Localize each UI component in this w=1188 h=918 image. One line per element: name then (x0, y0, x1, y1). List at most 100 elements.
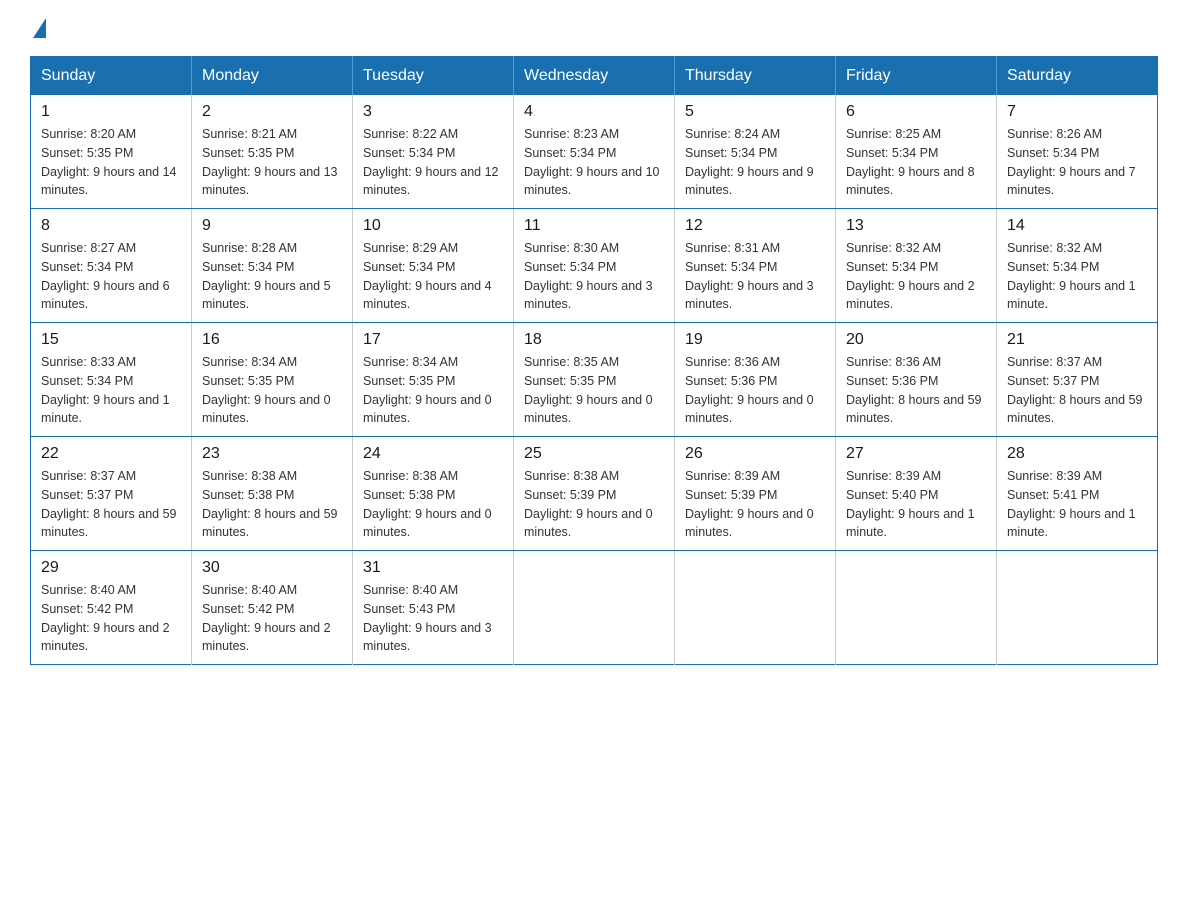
calendar-day-cell: 22 Sunrise: 8:37 AM Sunset: 5:37 PM Dayl… (31, 437, 192, 551)
calendar-day-cell: 30 Sunrise: 8:40 AM Sunset: 5:42 PM Dayl… (192, 551, 353, 665)
day-number: 10 (363, 217, 503, 235)
calendar-day-cell: 29 Sunrise: 8:40 AM Sunset: 5:42 PM Dayl… (31, 551, 192, 665)
day-info: Sunrise: 8:28 AM Sunset: 5:34 PM Dayligh… (202, 239, 342, 314)
logo-triangle-icon (33, 18, 46, 38)
calendar-day-cell: 18 Sunrise: 8:35 AM Sunset: 5:35 PM Dayl… (514, 323, 675, 437)
day-number: 11 (524, 217, 664, 235)
day-number: 15 (41, 331, 181, 349)
calendar-week-row: 1 Sunrise: 8:20 AM Sunset: 5:35 PM Dayli… (31, 95, 1158, 209)
calendar-week-row: 29 Sunrise: 8:40 AM Sunset: 5:42 PM Dayl… (31, 551, 1158, 665)
day-info: Sunrise: 8:37 AM Sunset: 5:37 PM Dayligh… (1007, 353, 1147, 428)
calendar-day-cell: 14 Sunrise: 8:32 AM Sunset: 5:34 PM Dayl… (997, 209, 1158, 323)
calendar-day-cell: 2 Sunrise: 8:21 AM Sunset: 5:35 PM Dayli… (192, 95, 353, 209)
day-number: 16 (202, 331, 342, 349)
calendar-day-cell: 21 Sunrise: 8:37 AM Sunset: 5:37 PM Dayl… (997, 323, 1158, 437)
day-number: 24 (363, 445, 503, 463)
calendar-day-cell: 7 Sunrise: 8:26 AM Sunset: 5:34 PM Dayli… (997, 95, 1158, 209)
calendar-table: SundayMondayTuesdayWednesdayThursdayFrid… (30, 56, 1158, 665)
day-number: 3 (363, 103, 503, 121)
day-info: Sunrise: 8:30 AM Sunset: 5:34 PM Dayligh… (524, 239, 664, 314)
day-info: Sunrise: 8:23 AM Sunset: 5:34 PM Dayligh… (524, 125, 664, 200)
day-info: Sunrise: 8:24 AM Sunset: 5:34 PM Dayligh… (685, 125, 825, 200)
day-number: 27 (846, 445, 986, 463)
calendar-day-cell: 5 Sunrise: 8:24 AM Sunset: 5:34 PM Dayli… (675, 95, 836, 209)
day-number: 19 (685, 331, 825, 349)
calendar-day-cell (514, 551, 675, 665)
calendar-header-friday: Friday (836, 57, 997, 96)
calendar-day-cell: 17 Sunrise: 8:34 AM Sunset: 5:35 PM Dayl… (353, 323, 514, 437)
logo (30, 20, 46, 40)
day-number: 18 (524, 331, 664, 349)
day-info: Sunrise: 8:37 AM Sunset: 5:37 PM Dayligh… (41, 467, 181, 542)
calendar-day-cell: 24 Sunrise: 8:38 AM Sunset: 5:38 PM Dayl… (353, 437, 514, 551)
calendar-day-cell: 6 Sunrise: 8:25 AM Sunset: 5:34 PM Dayli… (836, 95, 997, 209)
day-number: 25 (524, 445, 664, 463)
day-number: 17 (363, 331, 503, 349)
day-info: Sunrise: 8:29 AM Sunset: 5:34 PM Dayligh… (363, 239, 503, 314)
day-number: 30 (202, 559, 342, 577)
day-number: 21 (1007, 331, 1147, 349)
day-number: 20 (846, 331, 986, 349)
calendar-header-wednesday: Wednesday (514, 57, 675, 96)
day-number: 13 (846, 217, 986, 235)
calendar-day-cell: 27 Sunrise: 8:39 AM Sunset: 5:40 PM Dayl… (836, 437, 997, 551)
calendar-day-cell: 1 Sunrise: 8:20 AM Sunset: 5:35 PM Dayli… (31, 95, 192, 209)
day-number: 6 (846, 103, 986, 121)
calendar-day-cell: 4 Sunrise: 8:23 AM Sunset: 5:34 PM Dayli… (514, 95, 675, 209)
day-info: Sunrise: 8:27 AM Sunset: 5:34 PM Dayligh… (41, 239, 181, 314)
day-info: Sunrise: 8:31 AM Sunset: 5:34 PM Dayligh… (685, 239, 825, 314)
day-number: 12 (685, 217, 825, 235)
page-header (30, 20, 1158, 40)
day-info: Sunrise: 8:33 AM Sunset: 5:34 PM Dayligh… (41, 353, 181, 428)
day-info: Sunrise: 8:38 AM Sunset: 5:39 PM Dayligh… (524, 467, 664, 542)
calendar-day-cell: 8 Sunrise: 8:27 AM Sunset: 5:34 PM Dayli… (31, 209, 192, 323)
calendar-day-cell (675, 551, 836, 665)
day-number: 14 (1007, 217, 1147, 235)
day-info: Sunrise: 8:32 AM Sunset: 5:34 PM Dayligh… (846, 239, 986, 314)
calendar-day-cell: 11 Sunrise: 8:30 AM Sunset: 5:34 PM Dayl… (514, 209, 675, 323)
calendar-week-row: 15 Sunrise: 8:33 AM Sunset: 5:34 PM Dayl… (31, 323, 1158, 437)
day-number: 1 (41, 103, 181, 121)
calendar-header-tuesday: Tuesday (353, 57, 514, 96)
calendar-week-row: 22 Sunrise: 8:37 AM Sunset: 5:37 PM Dayl… (31, 437, 1158, 551)
day-number: 23 (202, 445, 342, 463)
calendar-day-cell: 16 Sunrise: 8:34 AM Sunset: 5:35 PM Dayl… (192, 323, 353, 437)
day-info: Sunrise: 8:39 AM Sunset: 5:40 PM Dayligh… (846, 467, 986, 542)
calendar-day-cell: 28 Sunrise: 8:39 AM Sunset: 5:41 PM Dayl… (997, 437, 1158, 551)
calendar-day-cell: 12 Sunrise: 8:31 AM Sunset: 5:34 PM Dayl… (675, 209, 836, 323)
calendar-day-cell: 19 Sunrise: 8:36 AM Sunset: 5:36 PM Dayl… (675, 323, 836, 437)
calendar-day-cell: 20 Sunrise: 8:36 AM Sunset: 5:36 PM Dayl… (836, 323, 997, 437)
day-number: 31 (363, 559, 503, 577)
calendar-day-cell: 31 Sunrise: 8:40 AM Sunset: 5:43 PM Dayl… (353, 551, 514, 665)
calendar-day-cell: 15 Sunrise: 8:33 AM Sunset: 5:34 PM Dayl… (31, 323, 192, 437)
calendar-day-cell: 9 Sunrise: 8:28 AM Sunset: 5:34 PM Dayli… (192, 209, 353, 323)
day-number: 26 (685, 445, 825, 463)
day-info: Sunrise: 8:39 AM Sunset: 5:39 PM Dayligh… (685, 467, 825, 542)
day-info: Sunrise: 8:34 AM Sunset: 5:35 PM Dayligh… (202, 353, 342, 428)
calendar-header-sunday: Sunday (31, 57, 192, 96)
day-info: Sunrise: 8:36 AM Sunset: 5:36 PM Dayligh… (846, 353, 986, 428)
day-info: Sunrise: 8:21 AM Sunset: 5:35 PM Dayligh… (202, 125, 342, 200)
day-info: Sunrise: 8:36 AM Sunset: 5:36 PM Dayligh… (685, 353, 825, 428)
day-number: 22 (41, 445, 181, 463)
day-info: Sunrise: 8:25 AM Sunset: 5:34 PM Dayligh… (846, 125, 986, 200)
calendar-week-row: 8 Sunrise: 8:27 AM Sunset: 5:34 PM Dayli… (31, 209, 1158, 323)
calendar-header-saturday: Saturday (997, 57, 1158, 96)
day-info: Sunrise: 8:38 AM Sunset: 5:38 PM Dayligh… (363, 467, 503, 542)
day-number: 7 (1007, 103, 1147, 121)
day-info: Sunrise: 8:40 AM Sunset: 5:43 PM Dayligh… (363, 581, 503, 656)
day-number: 8 (41, 217, 181, 235)
calendar-day-cell: 10 Sunrise: 8:29 AM Sunset: 5:34 PM Dayl… (353, 209, 514, 323)
calendar-header-thursday: Thursday (675, 57, 836, 96)
calendar-day-cell: 26 Sunrise: 8:39 AM Sunset: 5:39 PM Dayl… (675, 437, 836, 551)
day-info: Sunrise: 8:22 AM Sunset: 5:34 PM Dayligh… (363, 125, 503, 200)
day-info: Sunrise: 8:26 AM Sunset: 5:34 PM Dayligh… (1007, 125, 1147, 200)
day-number: 4 (524, 103, 664, 121)
calendar-header-row: SundayMondayTuesdayWednesdayThursdayFrid… (31, 57, 1158, 96)
day-info: Sunrise: 8:40 AM Sunset: 5:42 PM Dayligh… (41, 581, 181, 656)
day-info: Sunrise: 8:40 AM Sunset: 5:42 PM Dayligh… (202, 581, 342, 656)
day-info: Sunrise: 8:20 AM Sunset: 5:35 PM Dayligh… (41, 125, 181, 200)
day-number: 2 (202, 103, 342, 121)
day-info: Sunrise: 8:39 AM Sunset: 5:41 PM Dayligh… (1007, 467, 1147, 542)
calendar-day-cell (997, 551, 1158, 665)
